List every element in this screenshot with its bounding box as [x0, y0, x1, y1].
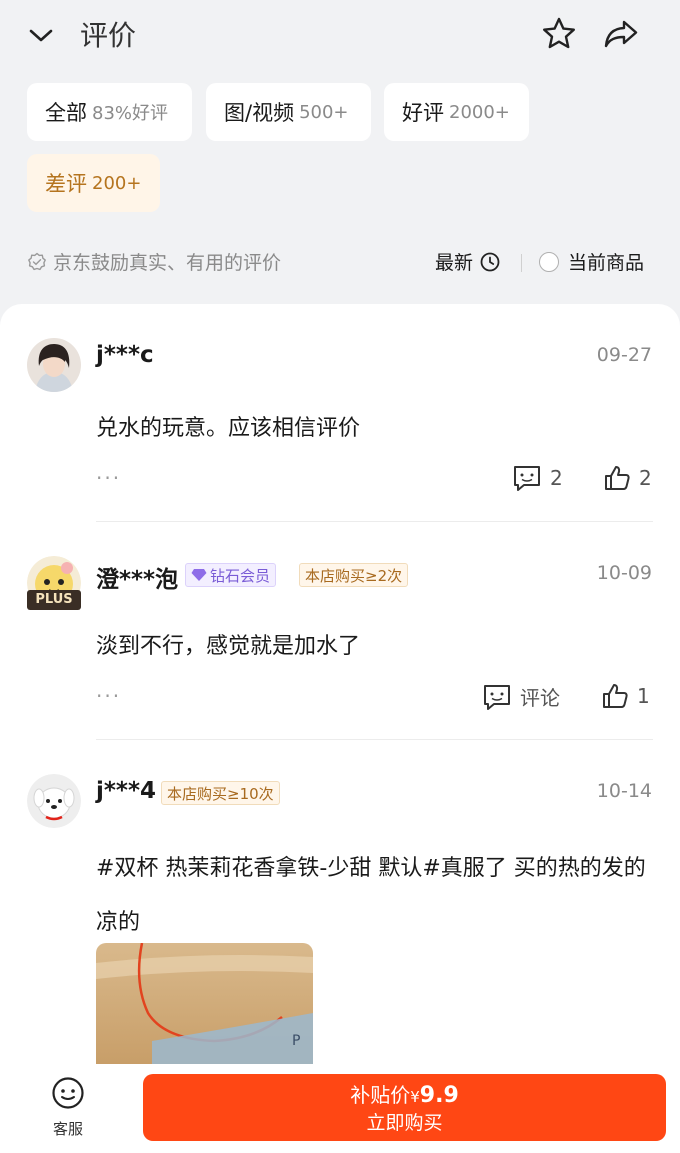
- customer-service-label: 客服: [52, 1120, 83, 1138]
- review-item: PLUS 澄***泡 钻石会员 本店购买≥2次 10-09 淡到不行，感觉就是加…: [0, 522, 680, 740]
- share-icon[interactable]: [602, 16, 640, 52]
- verified-badge-icon: [28, 252, 46, 270]
- review-text: 兑水的玩意。应该相信评价: [96, 416, 361, 441]
- price-value: 9.9: [419, 1083, 459, 1108]
- username: 澄***泡: [96, 567, 179, 593]
- username: j***4: [96, 778, 156, 804]
- filter-negative[interactable]: 差评 200+: [27, 154, 160, 212]
- filter-all-label: 全部: [45, 101, 87, 125]
- diamond-member-badge: 钻石会员: [185, 563, 277, 587]
- filter-media-label: 图/视频: [224, 101, 295, 125]
- filter-media[interactable]: 图/视频 500+: [206, 83, 371, 141]
- review-item: j***c 09-27 兑水的玩意。应该相信评价 ··· 2 2: [0, 304, 680, 522]
- encourage-note: 京东鼓励真实、有用的评价: [27, 248, 281, 275]
- review-date: 09-27: [596, 344, 652, 366]
- customer-service-button[interactable]: 客服: [40, 1076, 96, 1140]
- avatar[interactable]: [27, 774, 81, 828]
- filter-all[interactable]: 全部 83%好评: [27, 83, 192, 141]
- review-date: 10-09: [596, 562, 652, 584]
- repeat-buyer-badge: 本店购买≥2次: [299, 563, 409, 587]
- review-info-bar: 京东鼓励真实、有用的评价 最新 当前商品: [27, 244, 653, 280]
- filter-positive-label: 好评: [402, 101, 444, 125]
- avatar[interactable]: PLUS: [27, 556, 81, 610]
- like-button[interactable]: 1: [601, 682, 650, 710]
- review-text: #双杯 热茉莉花香拿铁-少甜 默认#真服了 买的热的发的凉的: [96, 856, 646, 935]
- review-text: 淡到不行，感觉就是加水了: [96, 634, 361, 659]
- current-product-radio[interactable]: [539, 251, 559, 272]
- like-count: 1: [637, 684, 650, 708]
- buy-now-button[interactable]: 补贴价¥9.9 立即购买: [143, 1074, 666, 1141]
- plus-badge: PLUS: [27, 590, 81, 610]
- review-photo[interactable]: Ni··· P: [96, 943, 313, 1083]
- like-count: 2: [639, 466, 652, 490]
- diamond-icon: [191, 569, 207, 581]
- subsidy-price-label: 补贴价: [350, 1083, 411, 1107]
- filter-positive[interactable]: 好评 2000+: [384, 83, 529, 141]
- clock-icon: [480, 252, 500, 271]
- encourage-text: 京东鼓励真实、有用的评价: [53, 252, 282, 274]
- star-icon[interactable]: [541, 16, 577, 52]
- comment-icon: [484, 684, 510, 710]
- subsidy-price: 补贴价¥9.9: [143, 1074, 666, 1110]
- filter-positive-count: 2000+: [449, 101, 510, 123]
- thumbs-up-icon: [605, 466, 630, 490]
- username: j***c: [96, 342, 154, 368]
- page-title: 评价: [80, 19, 137, 52]
- review-list: j***c 09-27 兑水的玩意。应该相信评价 ··· 2 2 PLUS 澄*…: [0, 304, 680, 1153]
- thumbs-up-icon: [603, 684, 628, 708]
- filter-all-count: 83%好评: [92, 103, 169, 124]
- filter-media-count: 500+: [299, 101, 349, 123]
- customer-service-icon: [52, 1077, 84, 1109]
- review-date: 10-14: [596, 780, 652, 802]
- avatar[interactable]: [27, 338, 81, 392]
- comment-button[interactable]: 2: [512, 464, 563, 492]
- repeat-buyer-badge: 本店购买≥10次: [161, 781, 280, 805]
- sort-latest[interactable]: 最新: [435, 248, 501, 275]
- currency-symbol: ¥: [410, 1088, 420, 1106]
- top-bar: 评价: [0, 0, 680, 70]
- more-icon[interactable]: ···: [96, 466, 121, 490]
- filter-negative-label: 差评: [45, 172, 87, 196]
- filter-negative-count: 200+: [92, 172, 142, 194]
- chevron-down-icon[interactable]: [26, 20, 56, 50]
- buy-now-label: 立即购买: [366, 1112, 443, 1134]
- sort-latest-label: 最新: [435, 252, 474, 274]
- comment-label: 评论: [520, 686, 560, 710]
- comment-icon: [514, 466, 540, 491]
- current-product-label: 当前商品: [568, 252, 645, 274]
- comment-count: 2: [550, 466, 563, 490]
- more-icon[interactable]: ···: [96, 684, 121, 708]
- filter-current-product[interactable]: 当前商品: [539, 248, 644, 275]
- like-button[interactable]: 2: [603, 464, 652, 492]
- comment-button[interactable]: 评论: [482, 682, 560, 711]
- divider: [521, 254, 522, 272]
- bottom-bar: 客服 补贴价¥9.9 立即购买: [0, 1064, 680, 1153]
- svg-text:P: P: [292, 1033, 300, 1049]
